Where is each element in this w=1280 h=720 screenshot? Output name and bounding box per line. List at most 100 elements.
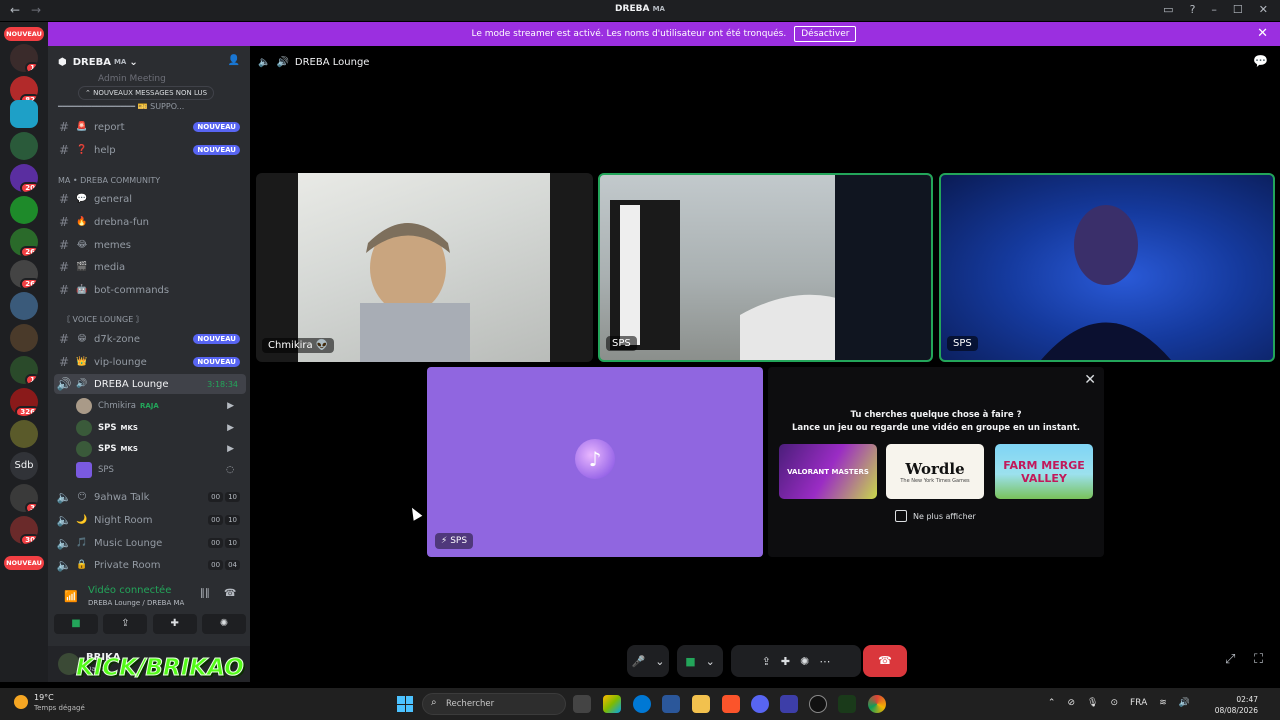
server-icon[interactable]: 326: [10, 388, 38, 416]
activities-icon[interactable]: ✚: [781, 655, 790, 668]
minimize-icon[interactable]: –: [1211, 3, 1217, 16]
game-card-valorant[interactable]: VALORANT MASTERS: [779, 444, 877, 499]
maximize-icon[interactable]: ☐: [1233, 3, 1243, 16]
activities-button[interactable]: ✚: [152, 614, 197, 634]
voice-status-title[interactable]: Vidéo connectée: [88, 585, 171, 596]
channel-vip-lounge[interactable]: # 👑 vip-lounge NOUVEAU: [54, 352, 246, 372]
voice-member-activity[interactable]: SPS ◌: [76, 460, 242, 480]
fullscreen-icon[interactable]: ⛶: [1254, 652, 1263, 667]
voice-member[interactable]: SPS MKS ▶: [76, 439, 242, 459]
video-tile[interactable]: SPS: [939, 173, 1275, 362]
app-icon[interactable]: [838, 695, 856, 713]
server-icon[interactable]: 3: [10, 484, 38, 512]
channel-memes[interactable]: # 😂 memes: [54, 235, 246, 255]
voice-channel-dreba-lounge[interactable]: 🔊 🔊 DREBA Lounge 3:18:34: [54, 374, 246, 394]
server-icon[interactable]: [10, 324, 38, 352]
hang-up-button[interactable]: ☎: [863, 645, 907, 677]
server-icon[interactable]: 30: [10, 516, 38, 544]
video-tile[interactable]: Chmikira 👽: [256, 173, 593, 362]
explorer-icon[interactable]: [692, 695, 710, 713]
voice-channel-private-room[interactable]: 🔈 🔒 Private Room 00 04: [54, 555, 246, 575]
task-view-icon[interactable]: [573, 695, 591, 713]
screen-share-button[interactable]: ⇪: [103, 614, 148, 634]
channel-emoji: 💬: [76, 194, 88, 204]
voice-channel-music-lounge[interactable]: 🔈 🎵 Music Lounge 00 10: [54, 533, 246, 553]
voice-channel-9ahwa-talk[interactable]: 🔈 😶 9ahwa Talk 00 10: [54, 487, 246, 507]
server-icon[interactable]: 1: [10, 356, 38, 384]
inbox-icon[interactable]: ▭: [1163, 3, 1173, 16]
activity-stream-tile[interactable]: ♪ ⚡ SPS: [427, 367, 763, 557]
category-support[interactable]: ━━━━━━━━━━━━━━━━ 🎫 SUPPO...: [58, 102, 184, 111]
channel-help[interactable]: # ❓ help NOUVEAU: [54, 140, 246, 160]
location-icon[interactable]: ⊙: [1110, 698, 1118, 708]
language-indicator[interactable]: FRA: [1130, 698, 1147, 708]
server-icon[interactable]: 1: [10, 44, 38, 72]
server-icon-sdb[interactable]: Sdb: [10, 452, 38, 480]
avatar: [76, 441, 92, 457]
mic-icon[interactable]: 🎙: [1087, 698, 1098, 708]
store-icon[interactable]: [662, 695, 680, 713]
close-icon[interactable]: ✕: [1257, 26, 1268, 41]
category-voice-lounge[interactable]: 〘 VOICE LOUNGE 〙: [62, 314, 144, 325]
server-icon[interactable]: [10, 100, 38, 128]
server-icon[interactable]: [10, 196, 38, 224]
voice-member[interactable]: Chmikira RAJA ▶: [76, 396, 242, 416]
game-card-farm[interactable]: FARM MERGE VALLEY: [995, 444, 1093, 499]
wifi-icon[interactable]: ≋: [1159, 698, 1167, 708]
close-icon[interactable]: ✕: [1084, 372, 1096, 388]
chat-bubble-icon[interactable]: 💬: [1253, 54, 1268, 68]
soundboard-icon[interactable]: ✺: [800, 655, 809, 668]
disable-streamer-button[interactable]: Désactiver: [794, 26, 857, 42]
discord-icon[interactable]: [751, 695, 769, 713]
copilot-icon[interactable]: [603, 695, 621, 713]
more-options-icon[interactable]: ⋯: [819, 655, 830, 668]
server-icon[interactable]: 26: [10, 228, 38, 256]
new-messages-pill[interactable]: ⌃ NOUVEAUX MESSAGES NON LUS: [78, 86, 215, 100]
volume-icon[interactable]: 🔊: [1179, 698, 1190, 708]
chrome-icon[interactable]: [868, 695, 886, 713]
member-role: MKS: [120, 445, 138, 453]
noise-suppression-icon[interactable]: ∥∥: [200, 588, 210, 599]
channel-d7k-zone[interactable]: # 😁 d7k-zone NOUVEAU: [54, 329, 246, 349]
server-icon[interactable]: [10, 292, 38, 320]
channel-drebna-fun[interactable]: # 🔥 drebna-fun: [54, 212, 246, 232]
server-icon[interactable]: [10, 420, 38, 448]
help-icon[interactable]: ?: [1190, 3, 1196, 16]
speaker-icon: 🔊: [56, 377, 72, 391]
checkbox[interactable]: [895, 510, 907, 522]
channel-report[interactable]: # 🚨 report NOUVEAU: [54, 117, 246, 137]
camera-toggle-button[interactable]: ■ ⌄: [677, 645, 723, 677]
app-icon[interactable]: [809, 695, 827, 713]
taskbar-search[interactable]: ⌕ Rechercher: [422, 693, 566, 715]
channel-bot-commands[interactable]: # 🤖 bot-commands: [54, 280, 246, 300]
chevron-up-icon[interactable]: ⌃: [1048, 698, 1056, 708]
clock[interactable]: 02:47 08/08/2026: [1215, 694, 1258, 716]
soundboard-button[interactable]: ✺: [201, 614, 246, 634]
server-icon[interactable]: 26: [10, 260, 38, 288]
faded-channel[interactable]: Admin Meeting: [98, 74, 166, 84]
camera-button[interactable]: ■: [54, 614, 98, 634]
edge-icon[interactable]: [633, 695, 651, 713]
video-tile[interactable]: SPS: [598, 173, 933, 362]
microphone-button[interactable]: 🎤 ⌄: [627, 645, 669, 677]
add-member-icon[interactable]: 👤: [228, 55, 240, 66]
popout-icon[interactable]: ⤢: [1225, 652, 1235, 667]
game-card-wordle[interactable]: Wordle The New York Times Games: [886, 444, 984, 499]
channel-media[interactable]: # 🎬 media: [54, 257, 246, 277]
voice-member[interactable]: SPS MKS ▶: [76, 418, 242, 438]
dont-show-again[interactable]: Ne plus afficher: [895, 510, 976, 522]
screen-share-icon[interactable]: ⇪: [762, 655, 771, 668]
channel-general[interactable]: # 💬 general: [54, 189, 246, 209]
speaker-icon: 🔈: [56, 536, 72, 550]
server-icon[interactable]: [10, 132, 38, 160]
voice-channel-night-room[interactable]: 🔈 🌙 Night Room 00 10: [54, 510, 246, 530]
category-community[interactable]: MA • DREBA COMMUNITY: [58, 176, 160, 185]
close-window-icon[interactable]: ✕: [1259, 3, 1268, 16]
server-icon[interactable]: 20: [10, 164, 38, 192]
app-icon[interactable]: [780, 695, 798, 713]
activity-subtitle: Lance un jeu ou regarde une vidéo en gro…: [791, 423, 1081, 433]
brave-icon[interactable]: [722, 695, 740, 713]
disconnect-icon[interactable]: ☎: [224, 588, 236, 599]
windows-start-icon[interactable]: [397, 696, 413, 712]
network-icon[interactable]: ⊘: [1067, 698, 1075, 708]
